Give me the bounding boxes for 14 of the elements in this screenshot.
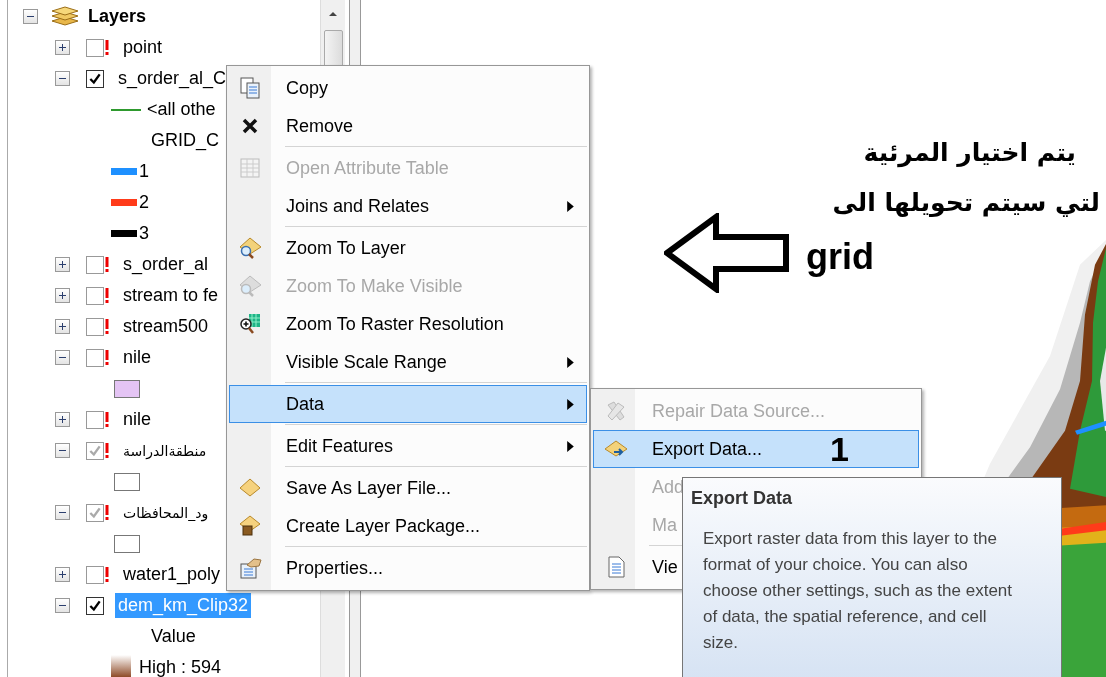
legend-label: High : 594 bbox=[139, 657, 222, 677]
annotation-text: لتي سيتم تحويلها الى bbox=[832, 188, 1100, 217]
legend-label: <all othe bbox=[147, 99, 216, 120]
legend-label: 3 bbox=[139, 223, 149, 244]
legend-label: 1 bbox=[139, 161, 149, 182]
annotation-text: grid bbox=[806, 236, 874, 278]
annotation-text: يتم اختيار المرئية bbox=[863, 138, 1076, 167]
tooltip-text: Export raster data from this layer to the format of your choice. You can also choose other settings, such as the extent of data, the spatial reference, and cell size. bbox=[703, 528, 1014, 654]
legend-field: GRID_C bbox=[151, 130, 219, 151]
layers-title: Layers bbox=[88, 5, 147, 27]
step-number: 1 bbox=[830, 431, 849, 467]
legend-label: 2 bbox=[139, 192, 149, 213]
tooltip-title: Export Data bbox=[691, 488, 794, 509]
legend-heading: Value bbox=[151, 626, 196, 647]
